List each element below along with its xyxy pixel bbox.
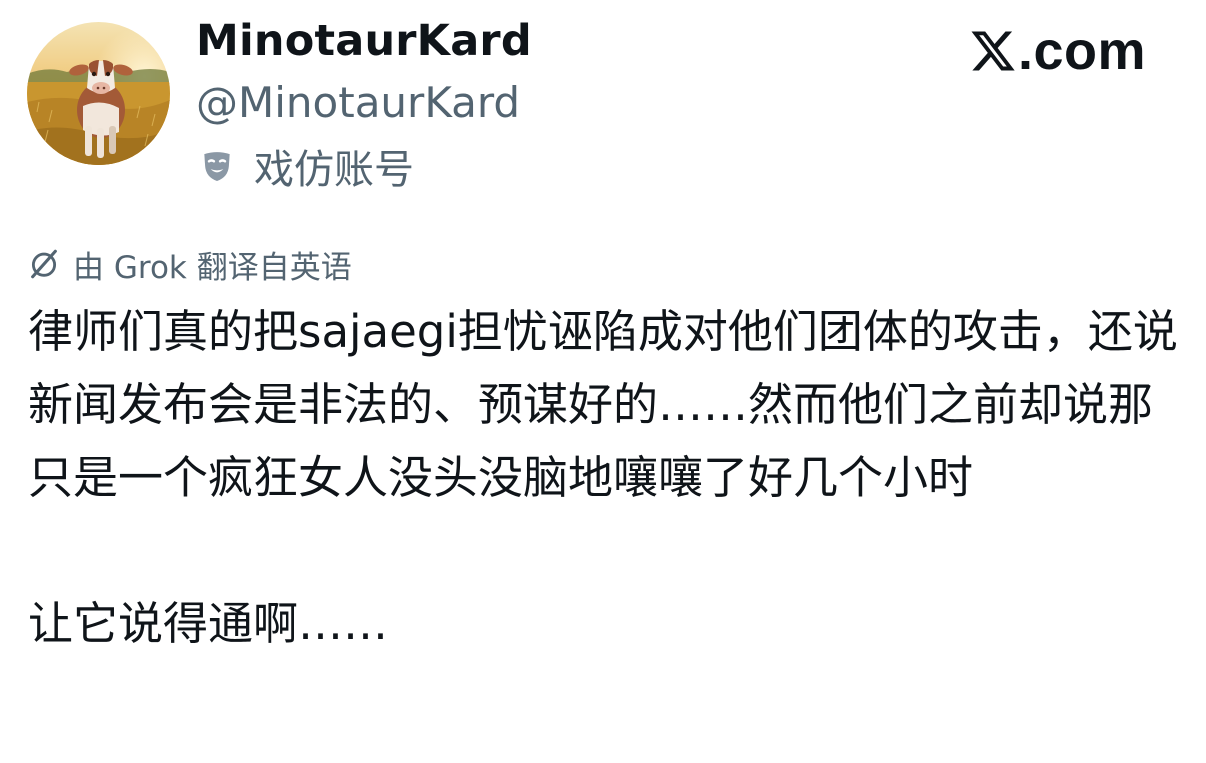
grok-icon — [31, 249, 57, 279]
tweet-text: 律师们真的把sajaegi担忧诬陷成对他们团体的攻击，还说新闻发布会是非法的、预… — [28, 295, 1178, 660]
author-display-name[interactable]: MinotaurKard — [196, 16, 532, 66]
x-logo-icon — [971, 31, 1015, 71]
tweet-paragraph: 让它说得通啊…… — [28, 597, 389, 650]
translation-notice[interactable]: 由 Grok 翻译自英语 — [27, 242, 352, 286]
translation-label: 由 Grok 翻译自英语 — [73, 249, 352, 286]
author-handle[interactable]: @MinotaurKard — [196, 78, 520, 127]
site-logo: .com — [969, 20, 1146, 82]
avatar[interactable] — [27, 22, 170, 165]
tweet-header: MinotaurKard @MinotaurKard 戏仿账号 .com — [0, 0, 1206, 220]
tweet-paragraph: 律师们真的把sajaegi担忧诬陷成对他们团体的攻击，还说新闻发布会是非法的、预… — [28, 305, 1178, 504]
site-domain-text: .com — [1018, 21, 1147, 81]
parody-label-text: 戏仿账号 — [254, 147, 414, 193]
parody-mask-icon — [204, 152, 230, 182]
parody-account-label: 戏仿账号 — [196, 140, 414, 193]
calf-avatar-image — [27, 22, 170, 165]
